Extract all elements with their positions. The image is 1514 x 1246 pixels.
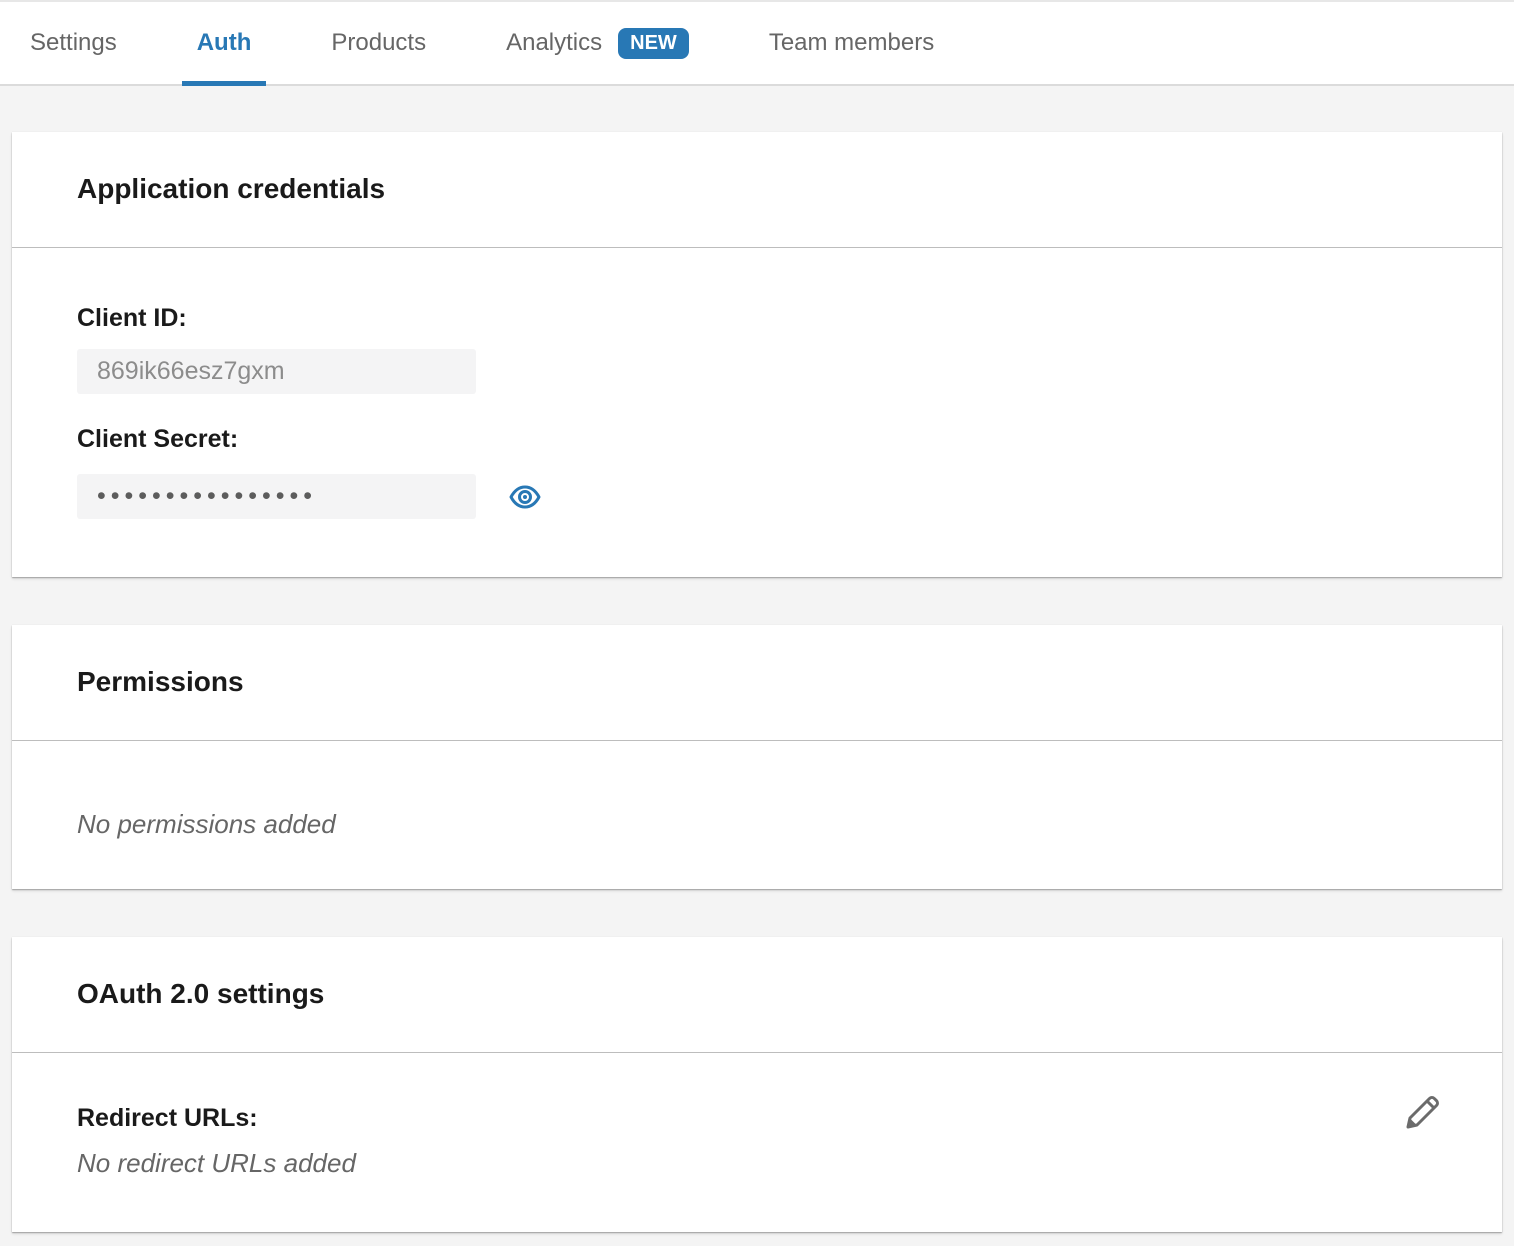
- client-id-field[interactable]: 869ik66esz7gxm: [77, 349, 476, 394]
- tab-auth-label: Auth: [197, 29, 252, 57]
- permissions-body: No permissions added: [12, 741, 1502, 889]
- reveal-secret-button[interactable]: [508, 482, 542, 512]
- tab-analytics-label: Analytics: [506, 29, 602, 57]
- new-badge: NEW: [618, 28, 689, 59]
- tab-bar: Settings Auth Products Analytics NEW Tea…: [0, 0, 1514, 86]
- tab-analytics[interactable]: Analytics NEW: [491, 2, 704, 84]
- tab-team-members-label: Team members: [769, 29, 934, 57]
- redirect-urls-label: Redirect URLs:: [77, 1105, 1437, 1131]
- permissions-title: Permissions: [77, 668, 1437, 696]
- oauth-settings-header: OAuth 2.0 settings: [12, 937, 1502, 1053]
- client-secret-field[interactable]: ••••••••••••••••: [77, 474, 476, 519]
- eye-icon: [508, 482, 542, 512]
- edit-redirect-urls-button[interactable]: [1398, 1089, 1444, 1135]
- application-credentials-body: Client ID: 869ik66esz7gxm Client Secret:…: [12, 248, 1502, 577]
- permissions-header: Permissions: [12, 625, 1502, 741]
- application-credentials-title: Application credentials: [77, 175, 1437, 203]
- tab-team-members[interactable]: Team members: [754, 2, 949, 84]
- permissions-card: Permissions No permissions added: [12, 625, 1502, 889]
- main-content: Application credentials Client ID: 869ik…: [0, 86, 1514, 1246]
- no-redirect-urls-text: No redirect URLs added: [77, 1148, 356, 1178]
- tab-auth[interactable]: Auth: [182, 2, 267, 84]
- client-id-value: 869ik66esz7gxm: [97, 357, 285, 386]
- client-secret-row: ••••••••••••••••: [77, 474, 1437, 519]
- tab-products-label: Products: [331, 29, 426, 57]
- pencil-icon: [1399, 1090, 1443, 1134]
- client-secret-masked-value: ••••••••••••••••: [97, 474, 317, 519]
- tab-products[interactable]: Products: [316, 2, 441, 84]
- oauth-settings-title: OAuth 2.0 settings: [77, 980, 1437, 1008]
- application-credentials-card: Application credentials Client ID: 869ik…: [12, 132, 1502, 577]
- oauth-settings-body: Redirect URLs: No redirect URLs added: [12, 1053, 1502, 1232]
- oauth-settings-card: OAuth 2.0 settings Redirect URLs: No red…: [12, 937, 1502, 1232]
- client-id-label: Client ID:: [77, 305, 1437, 331]
- application-credentials-header: Application credentials: [12, 132, 1502, 248]
- client-secret-label: Client Secret:: [77, 426, 1437, 452]
- tab-settings[interactable]: Settings: [15, 2, 132, 84]
- no-permissions-text: No permissions added: [77, 809, 336, 839]
- tab-settings-label: Settings: [30, 29, 117, 57]
